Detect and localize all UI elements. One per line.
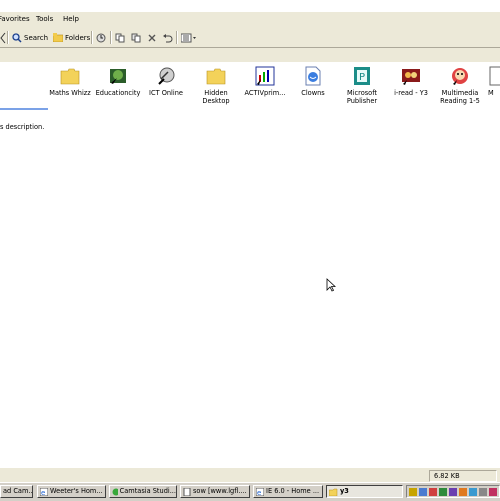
icon-label: ICT Online	[149, 89, 183, 97]
clowns-icon	[305, 66, 321, 86]
icon-partial[interactable]: M	[482, 66, 500, 97]
menu-tools[interactable]: Tools	[36, 15, 53, 23]
icon-maths-whizz[interactable]: Maths Whizz	[45, 66, 95, 97]
search-icon	[12, 32, 22, 43]
status-bar: 6.82 KB	[0, 467, 500, 483]
icon-clowns[interactable]: Clowns	[288, 66, 338, 97]
svg-text:e: e	[257, 489, 261, 496]
icon-label: M	[488, 89, 494, 97]
tray-icon[interactable]	[439, 488, 447, 496]
icon-activprimary[interactable]: ACTIVprim...	[240, 66, 290, 97]
svg-text:P: P	[359, 72, 365, 83]
task-label: y3	[340, 487, 349, 495]
status-size: 6.82 KB	[429, 470, 497, 482]
document-icon	[489, 66, 500, 86]
ie-icon: e	[40, 487, 48, 496]
taskbar-item[interactable]: e Weeter's Hom...	[37, 485, 106, 498]
undo-icon[interactable]	[162, 31, 173, 44]
toolbar-separator	[110, 31, 112, 44]
task-label: ad Cam...	[3, 487, 33, 495]
folder-icon	[206, 68, 226, 85]
activprimary-icon	[255, 66, 275, 86]
menu-help[interactable]: Help	[63, 15, 79, 23]
i-read-icon	[402, 69, 420, 85]
tray-icon[interactable]	[469, 488, 477, 496]
tray-icon[interactable]	[419, 488, 427, 496]
task-label: Camtasia Studi...	[119, 487, 176, 495]
tray-icon[interactable]	[489, 488, 497, 496]
publisher-icon: P	[354, 67, 370, 85]
icon-label: Hidden Desktop	[202, 89, 230, 105]
folder-icon	[53, 33, 63, 42]
task-label: IE 6.0 - Home ...	[266, 487, 320, 495]
tray-icon[interactable]	[449, 488, 457, 496]
tray-icon[interactable]	[429, 488, 437, 496]
icon-label: Educationcity	[95, 89, 141, 97]
icon-label: Clowns	[301, 89, 325, 97]
icon-label: Multimedia Reading 1-5	[440, 89, 480, 105]
task-label: Weeter's Hom...	[50, 487, 103, 495]
icon-microsoft-publisher[interactable]: P Microsoft Publisher	[337, 66, 387, 105]
toolbar-separator	[91, 31, 93, 44]
tray-icon[interactable]	[479, 488, 487, 496]
icon-label: Maths Whizz	[49, 89, 91, 97]
icon-hidden-desktop[interactable]: Hidden Desktop	[191, 66, 241, 105]
menu-bar: Favorites Tools Help	[0, 12, 500, 29]
tray-icon[interactable]	[459, 488, 467, 496]
icon-educationcity[interactable]: Educationcity	[93, 66, 143, 97]
ict-online-icon	[158, 67, 175, 85]
icon-i-read-y3[interactable]: i-read - Y3	[386, 66, 436, 97]
icon-label: i-read - Y3	[394, 89, 428, 97]
svg-text:e: e	[41, 489, 45, 496]
menu-favorites[interactable]: Favorites	[0, 15, 30, 23]
search-button[interactable]: Search	[12, 31, 48, 44]
task-label: sow [www.lgfl....	[193, 487, 247, 495]
history-icon[interactable]	[96, 31, 106, 44]
move-to-icon[interactable]	[115, 31, 125, 44]
multimedia-reading-icon	[452, 68, 468, 85]
document-icon	[183, 487, 191, 496]
copy-to-icon[interactable]	[131, 31, 141, 44]
icon-label: Microsoft Publisher	[346, 89, 378, 105]
description-text: s description.	[0, 123, 45, 131]
address-strip	[0, 48, 500, 63]
taskbar-item[interactable]: Camtasia Studi...	[109, 485, 177, 498]
icon-ict-online[interactable]: ICT Online	[141, 66, 191, 97]
taskbar-item[interactable]: sow [www.lgfl....	[180, 485, 250, 498]
ie-icon: e	[256, 487, 264, 496]
folder-content-area: Maths Whizz Educationcity ICT Online Hid…	[0, 62, 500, 467]
folders-label: Folders	[65, 33, 91, 42]
taskbar-item[interactable]: e IE 6.0 - Home ...	[253, 485, 323, 498]
folders-button[interactable]: Folders	[53, 31, 90, 44]
taskbar-item[interactable]: ad Cam...	[0, 485, 33, 498]
details-divider	[0, 108, 48, 110]
camtasia-icon	[112, 488, 118, 495]
delete-icon[interactable]	[147, 31, 157, 44]
educationcity-icon	[110, 69, 126, 84]
tray-icon[interactable]	[409, 488, 417, 496]
taskbar-item-active[interactable]: y3	[326, 485, 403, 498]
toolbar-separator	[176, 31, 178, 44]
mouse-cursor-icon	[326, 278, 336, 292]
icon-label: ACTIVprim...	[244, 89, 286, 97]
folder-icon	[329, 488, 338, 496]
taskbar: ad Cam... e Weeter's Hom... Camtasia Stu…	[0, 482, 500, 501]
views-icon[interactable]	[181, 31, 197, 44]
back-arrow-icon[interactable]	[0, 31, 6, 44]
folder-icon	[60, 68, 80, 85]
toolbar-separator	[7, 31, 9, 44]
icon-multimedia-reading[interactable]: Multimedia Reading 1-5	[435, 66, 485, 105]
system-tray	[406, 485, 500, 498]
search-label: Search	[24, 33, 49, 42]
toolbar: Search Folders	[0, 28, 500, 48]
